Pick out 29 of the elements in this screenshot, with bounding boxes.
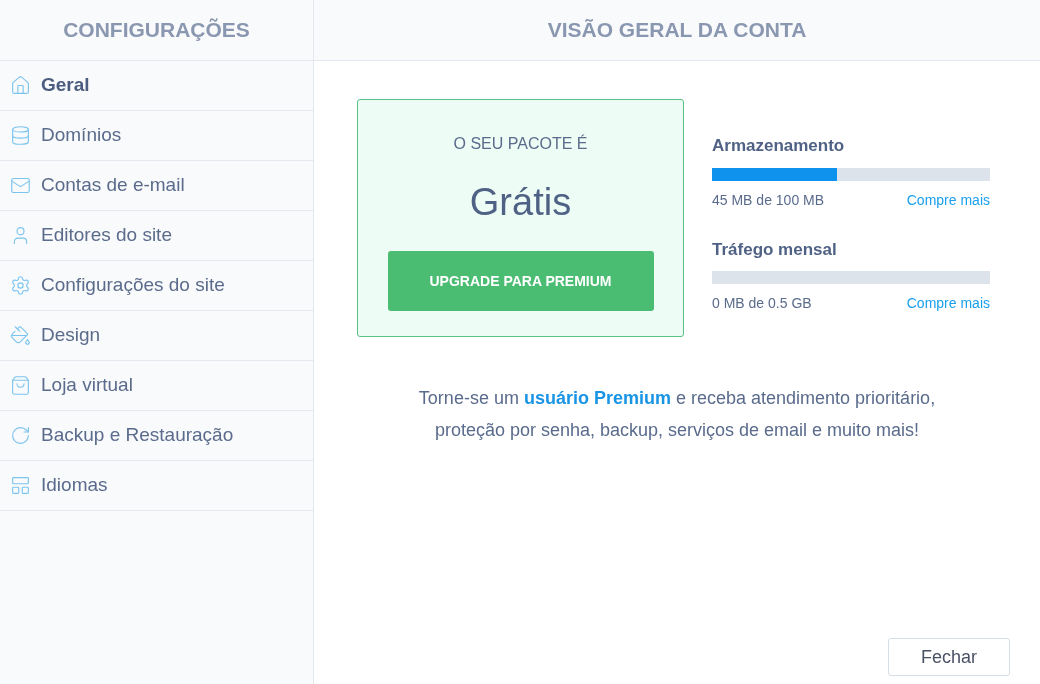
meter-label: Armazenamento — [712, 135, 846, 157]
shopping-bag-icon — [10, 375, 31, 396]
sidebar-item[interactable]: Editores do site — [0, 211, 313, 261]
sidebar-item[interactable]: Backup e Restauração — [0, 411, 313, 461]
sidebar-item[interactable]: Design — [0, 311, 313, 361]
premium-link[interactable]: usuário Premium — [523, 388, 671, 408]
sidebar-item[interactable]: Idiomas — [0, 461, 313, 511]
settings-icon — [10, 275, 31, 296]
sidebar-item[interactable]: Loja virtual — [0, 361, 313, 411]
buy-more-link[interactable]: Compre mais — [906, 293, 990, 314]
plan-name: Grátis — [469, 180, 572, 225]
premium-promo-text: Torne-se um usuário Premium e receba atendimento prioritário, proteção por senha, backup, serviços de email e muito mais! — [417, 387, 937, 442]
sidebar-item[interactable]: Contas de e-mail — [0, 161, 313, 211]
close-button[interactable]: Fechar — [888, 638, 1010, 676]
page-title: VISÃO GERAL DA CONTA — [547, 17, 807, 44]
sidebar-item[interactable]: Configurações do site — [0, 261, 313, 311]
refresh-icon — [10, 425, 31, 446]
paint-bucket-icon — [10, 325, 31, 346]
home-icon — [10, 75, 31, 96]
usage-reading: 0 MB de 0.5 GB — [712, 294, 812, 313]
database-icon — [10, 125, 31, 146]
envelope-icon — [10, 175, 31, 196]
sidebar-item[interactable]: Domínios — [0, 111, 313, 161]
usage-reading: 45 MB de 100 MB — [712, 190, 825, 210]
buy-more-link[interactable]: Compre mais — [906, 189, 990, 211]
meter-label: Tráfego mensal — [712, 238, 838, 261]
sidebar-title: CONFIGURAÇÕES — [63, 17, 250, 44]
grid-icon — [10, 475, 31, 496]
plan-caption: O SEU PACOTE É — [453, 133, 588, 154]
